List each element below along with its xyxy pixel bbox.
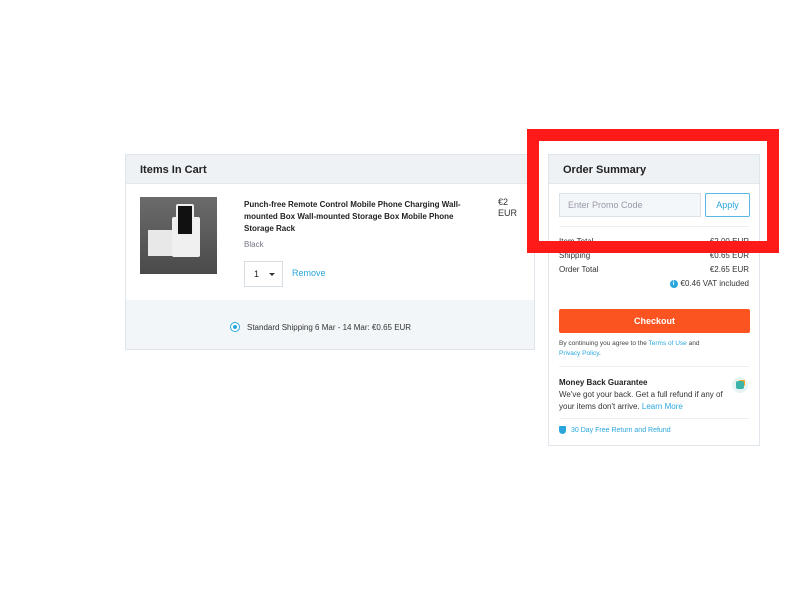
vat-text: €0.46 VAT included <box>680 279 750 288</box>
product-variant: Black <box>244 240 264 249</box>
price-currency: EUR <box>498 208 518 218</box>
apply-button[interactable]: Apply <box>705 193 750 217</box>
order-total-row: Order Total €2.65 EUR <box>559 265 749 274</box>
learn-more-link[interactable]: Learn More <box>642 402 683 411</box>
row-label: Shipping <box>559 251 591 260</box>
terms-prefix: By continuing you agree to the <box>559 340 647 347</box>
info-icon[interactable]: i <box>669 279 678 288</box>
quantity-select[interactable]: 1 <box>244 261 283 287</box>
promo-code-input[interactable]: Enter Promo Code <box>559 193 701 217</box>
divider <box>559 418 749 419</box>
terms-and: and <box>688 340 700 347</box>
cart-header: Items In Cart <box>126 155 534 184</box>
items-in-cart-panel: Items In Cart Punch-free Remote Control … <box>125 154 535 350</box>
shipping-radio[interactable] <box>230 322 240 332</box>
item-total-row: Item Total €2.00 EUR <box>559 237 749 246</box>
row-label: Item Total <box>559 237 594 246</box>
vat-note: i €0.46 VAT included <box>669 279 750 288</box>
row-label: Order Total <box>559 265 599 274</box>
divider <box>559 366 749 367</box>
guarantee-title: Money Back Guarantee <box>559 378 648 387</box>
privacy-policy-link[interactable]: Privacy Policy <box>559 350 599 357</box>
quantity-value: 1 <box>254 269 260 279</box>
shipping-label[interactable]: Standard Shipping 6 Mar - 14 Mar: €0.65 … <box>247 323 411 332</box>
product-price: €2 EUR <box>498 197 517 219</box>
price-amount: €2 <box>498 197 509 207</box>
divider <box>559 226 749 227</box>
product-title[interactable]: Punch-free Remote Control Mobile Phone C… <box>244 199 474 235</box>
return-policy-text: 30 Day Free Return and Refund <box>571 426 671 434</box>
terms-of-use-link[interactable]: Terms of Use <box>649 340 687 347</box>
row-value: €2.00 EUR <box>709 237 749 246</box>
summary-header: Order Summary <box>549 155 759 184</box>
order-summary-panel: Order Summary Enter Promo Code Apply Ite… <box>548 154 760 446</box>
guarantee-text: We've got your back. Get a full refund i… <box>559 390 723 411</box>
shield-icon <box>559 426 566 434</box>
guarantee-badge-icon <box>732 377 748 393</box>
row-value: €0.65 EUR <box>709 251 749 260</box>
row-value: €2.65 EUR <box>709 265 749 274</box>
remove-link[interactable]: Remove <box>292 268 326 278</box>
product-image[interactable] <box>140 197 217 274</box>
return-policy-link[interactable]: 30 Day Free Return and Refund <box>559 426 671 434</box>
terms-text: By continuing you agree to the Terms of … <box>559 340 700 357</box>
chevron-down-icon <box>269 273 275 276</box>
money-back-guarantee: Money Back Guarantee We've got your back.… <box>559 377 739 413</box>
shipping-row: Shipping €0.65 EUR <box>559 251 749 260</box>
shipping-options: Standard Shipping 6 Mar - 14 Mar: €0.65 … <box>126 300 534 349</box>
checkout-button[interactable]: Checkout <box>559 309 750 333</box>
